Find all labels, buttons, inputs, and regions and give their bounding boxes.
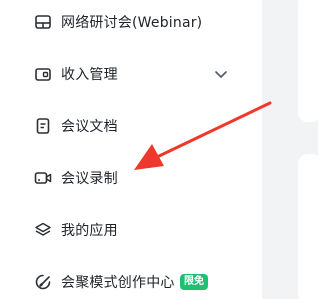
sidebar-item-label: 会议文档 — [61, 119, 118, 135]
content-card — [298, 154, 318, 299]
wallet-icon — [34, 65, 52, 83]
sidebar-item-creator-center[interactable]: 会聚模式创作中心 限免 — [0, 260, 262, 299]
video-camera-icon — [34, 169, 52, 187]
chevron-down-icon[interactable] — [213, 66, 229, 82]
sidebar: 网络研讨会(Webinar) 收入管理 会议文档 会议录制 我的应用 会聚模式创… — [0, 0, 262, 299]
sidebar-item-webinar[interactable]: 网络研讨会(Webinar) — [0, 0, 262, 44]
creator-icon — [34, 273, 52, 291]
sidebar-item-recording[interactable]: 会议录制 — [0, 156, 262, 200]
sidebar-item-label: 会议录制 — [61, 171, 118, 187]
sidebar-item-label: 收入管理 — [61, 67, 118, 83]
content-card — [298, 0, 318, 122]
webinar-icon — [34, 13, 52, 31]
sidebar-item-label: 网络研讨会(Webinar) — [61, 15, 203, 31]
sidebar-item-label: 我的应用 — [61, 223, 118, 239]
app-window: 网络研讨会(Webinar) 收入管理 会议文档 会议录制 我的应用 会聚模式创… — [0, 0, 318, 299]
document-icon — [34, 117, 52, 135]
sidebar-item-income[interactable]: 收入管理 — [0, 52, 262, 96]
sidebar-item-my-apps[interactable]: 我的应用 — [0, 208, 262, 252]
free-badge: 限免 — [180, 274, 208, 290]
sidebar-item-label: 会聚模式创作中心 — [61, 275, 175, 291]
sidebar-item-documents[interactable]: 会议文档 — [0, 104, 262, 148]
layers-icon — [34, 221, 52, 239]
